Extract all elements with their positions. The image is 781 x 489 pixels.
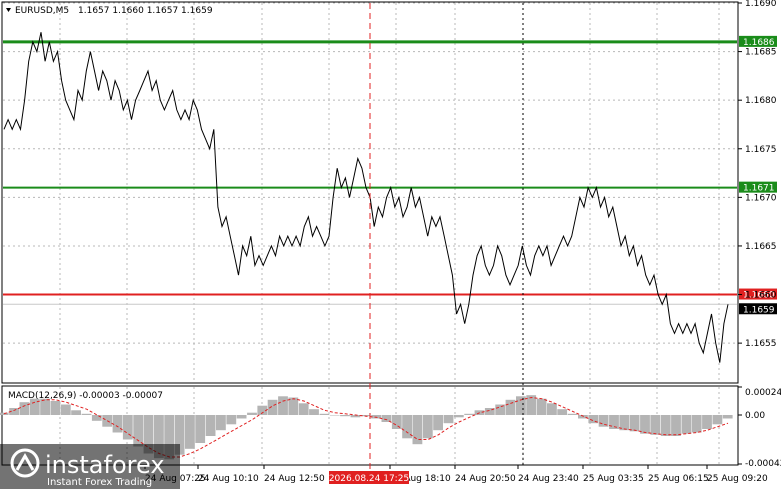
macd-label: MACD(12,26,9) -0.00003 -0.00007 bbox=[8, 391, 163, 401]
y-tick-label-6: 1.1660 bbox=[745, 291, 777, 301]
dropdown-triangle-icon[interactable] bbox=[6, 8, 11, 12]
macd-bar-5 bbox=[50, 401, 61, 415]
macd-bar-18 bbox=[185, 415, 195, 449]
macd-bar-43 bbox=[443, 415, 454, 424]
macd-bar-52 bbox=[536, 398, 547, 415]
level-label-3: 1.1659 bbox=[743, 305, 775, 315]
macd-bar-29 bbox=[298, 403, 309, 415]
x-tick-label-2: 24 Aug 12:50 bbox=[264, 474, 325, 484]
macd-bar-27 bbox=[278, 396, 288, 415]
x-tick-label-6: 25 Aug 03:35 bbox=[583, 474, 644, 484]
macd-axis: 0.00024 0.00 -0.00042 bbox=[738, 386, 781, 469]
macd-bar-38 bbox=[391, 415, 402, 429]
x-tick-label-4: 24 Aug 20:50 bbox=[455, 474, 516, 484]
y-tick-label-5: 1.1665 bbox=[745, 242, 777, 252]
x-tick-label-1: 24 Aug 10:10 bbox=[198, 474, 259, 484]
macd-bar-30 bbox=[309, 409, 319, 415]
instaforex-watermark: instaforex Instant Forex Trading bbox=[0, 444, 180, 489]
macd-bar-55 bbox=[567, 413, 578, 415]
macd-bar-32 bbox=[329, 415, 340, 416]
macd-bar-64 bbox=[660, 415, 671, 436]
level-label-1: 1.1671 bbox=[743, 184, 775, 194]
macd-bar-26 bbox=[267, 399, 278, 415]
macd-bar-68 bbox=[702, 415, 712, 429]
macd-bar-63 bbox=[650, 415, 661, 435]
macd-bar-62 bbox=[640, 415, 650, 434]
horizontal-levels: 1.1686 1.1671 1.1660 1.1659 bbox=[3, 35, 777, 315]
macd-bar-22 bbox=[226, 415, 237, 425]
macd-bar-7 bbox=[71, 410, 81, 415]
macd-bar-12 bbox=[122, 415, 133, 440]
y-tick-label-4: 1.1670 bbox=[745, 193, 777, 203]
watermark-brand: instaforex bbox=[45, 451, 165, 479]
x-tick-label-8: 25 Aug 09:20 bbox=[707, 474, 768, 484]
level-label-0: 1.1686 bbox=[743, 38, 775, 48]
y-tick-label-1: 1.1685 bbox=[745, 48, 777, 58]
x-tick-label-5: 24 Aug 23:40 bbox=[518, 474, 579, 484]
y-tick-label-7: 1.1655 bbox=[745, 339, 777, 349]
macd-bar-21 bbox=[216, 415, 226, 431]
macd-bar-54 bbox=[557, 409, 568, 415]
chart-canvas: 1.16861.16711.16601.1659 1.16901.16851.1… bbox=[0, 0, 781, 489]
ohlc-values: 1.1657 1.1660 1.1657 1.1659 bbox=[78, 6, 213, 16]
watermark-tagline: Instant Forex Trading bbox=[47, 477, 152, 488]
macd-tick-label-2: -0.00042 bbox=[745, 459, 781, 469]
y-tick-label-2: 1.1680 bbox=[745, 96, 777, 106]
macd-bar-24 bbox=[247, 412, 257, 415]
macd-bar-41 bbox=[422, 415, 433, 439]
macd-bar-11 bbox=[112, 415, 123, 433]
macd-bar-23 bbox=[236, 415, 247, 419]
macd-bar-9 bbox=[91, 415, 102, 421]
symbol-label: EURUSD,M5 bbox=[15, 6, 69, 16]
macd-bar-8 bbox=[81, 413, 92, 415]
macd-tick-label-1: 0.00 bbox=[745, 411, 765, 421]
macd-bar-13 bbox=[133, 415, 144, 447]
macd-bar-69 bbox=[712, 415, 723, 425]
macd-bar-31 bbox=[319, 413, 330, 415]
macd-bar-70 bbox=[722, 415, 733, 419]
macd-bar-45 bbox=[464, 413, 475, 415]
chart-header: EURUSD,M5 1.1657 1.1660 1.1657 1.1659 bbox=[6, 6, 213, 16]
macd-bar-50 bbox=[516, 396, 526, 415]
y-tick-label-0: 1.1690 bbox=[745, 0, 777, 9]
crosshair-time-box: 2026.08.24 17:25 bbox=[329, 471, 409, 484]
macd-bar-49 bbox=[505, 399, 516, 415]
macd-bar-67 bbox=[691, 415, 702, 433]
macd-bar-44 bbox=[453, 415, 464, 418]
macd-bar-6 bbox=[60, 404, 71, 415]
macd-bar-4 bbox=[40, 398, 50, 415]
macd-bar-19 bbox=[195, 415, 206, 443]
macd-bar-42 bbox=[433, 415, 443, 431]
macd-bar-33 bbox=[340, 415, 350, 417]
macd-bar-28 bbox=[288, 397, 299, 415]
macd-bar-20 bbox=[205, 415, 216, 436]
y-tick-label-3: 1.1675 bbox=[745, 145, 777, 155]
macd-bar-61 bbox=[629, 415, 640, 432]
macd-bar-53 bbox=[547, 403, 557, 415]
macd-tick-label-0: 0.00024 bbox=[745, 388, 781, 398]
crosshair-time-label: 2026.08.24 17:25 bbox=[329, 474, 409, 484]
macd-bar-65 bbox=[671, 415, 681, 436]
x-tick-label-7: 25 Aug 06:15 bbox=[648, 474, 709, 484]
time-axis: 24 Aug 07:2524 Aug 10:1024 Aug 12:5024 A… bbox=[144, 465, 768, 484]
macd-bar-66 bbox=[681, 415, 692, 434]
